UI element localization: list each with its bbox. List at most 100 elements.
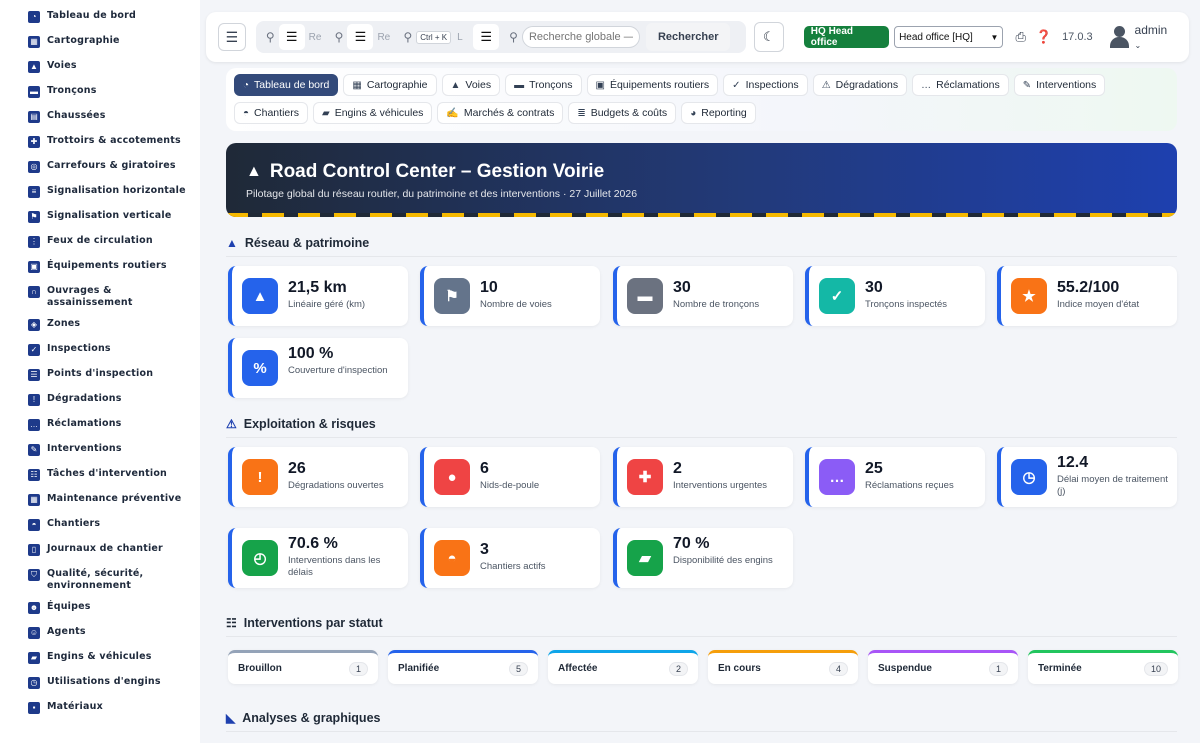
nav-pill-road[interactable]: ▲ Voies (441, 74, 501, 96)
menu-toggle-button[interactable]: ☰ (218, 23, 246, 51)
sidebar-item-label: Chantiers (47, 518, 101, 529)
hazard-stripes (226, 213, 1177, 217)
nav-pill-map[interactable]: ▦ Cartographie (343, 74, 437, 96)
sidebar-item-hardhat[interactable]: ◓ Chantiers (0, 518, 200, 534)
sidebar-item-traffic-light[interactable]: ⋮ Feux de circulation (0, 235, 200, 251)
kpi-label: Couverture d'inspection (288, 365, 388, 376)
calendar-icon: ▦ (28, 494, 40, 506)
sidebar-item-tasks[interactable]: ☷ Tâches d'intervention (0, 468, 200, 484)
status-count-badge: 5 (508, 661, 528, 676)
sidebar-item-label: Matériaux (47, 701, 103, 712)
sidebar-item-truck[interactable]: ▰ Engins & véhicules (0, 651, 200, 667)
sidebar-item-gauge[interactable]: ◔ Tableau de bord (0, 10, 200, 26)
nav-pill-coins[interactable]: ≣ Budgets & coûts (568, 102, 677, 124)
sidebar-item-label: Feux de circulation (47, 235, 153, 246)
sidebar-item-clipboard[interactable]: ✓ Inspections (0, 343, 200, 359)
user-menu[interactable]: admin ⌄ (1135, 23, 1177, 51)
warning-icon: ! (242, 459, 278, 495)
sidebar-item-wrench[interactable]: ✎ Interventions (0, 443, 200, 459)
warning-icon: ⚠ (821, 79, 831, 91)
sidebar-item-ruler[interactable]: ▬ Tronçons (0, 85, 200, 101)
section-title-text: Interventions par statut (243, 616, 383, 630)
nav-pill-equipment[interactable]: ▣ Équipements routiers (586, 74, 719, 96)
sidebar-item-marking[interactable]: ≡ Signalisation horizontale (0, 185, 200, 201)
sidebar-item-team[interactable]: ☻ Équipes (0, 601, 200, 617)
nav-pill-warning[interactable]: ⚠ Dégradations (812, 74, 908, 96)
sidebar-item-label: Tâches d'intervention (47, 468, 168, 479)
sidebar-item-book[interactable]: ▯ Journaux de chantier (0, 543, 200, 559)
sidebar-item-walking[interactable]: ✚ Trottoirs & accotements (0, 135, 200, 151)
sidebar-item-shield[interactable]: ⛉ Qualité, sécurité, environnement (0, 568, 200, 592)
status-card[interactable]: Affectée 2 (548, 650, 698, 684)
chevron-down-icon: ▼ (990, 32, 999, 42)
menu-toggle-button-4[interactable]: ☰ (473, 24, 500, 50)
sidebar-item-list[interactable]: ☰ Points d'inspection (0, 368, 200, 384)
search-icon: ⚲ (334, 30, 344, 44)
sidebar-item-user[interactable]: ☺ Agents (0, 626, 200, 642)
top-bar: ☰ ⚲ ☰ Re ⚲ ☰ Re ⚲ Ctrl + K L ☰ ⚲ Recherc… (206, 12, 1189, 62)
kpi-label: Linéaire géré (km) (288, 299, 366, 310)
nav-pill-hardhat[interactable]: ◓ Chantiers (234, 102, 308, 124)
kpi-value: 30 (673, 279, 691, 296)
list-icon: ☰ (28, 369, 40, 381)
nav-pill-label: Inspections (745, 79, 799, 91)
status-card[interactable]: Brouillon 1 (228, 650, 378, 684)
nav-pill-truck[interactable]: ▰ Engins & véhicules (313, 102, 433, 124)
nav-pill-label: Tableau de bord (254, 79, 330, 91)
zones-icon: ◈ (28, 319, 40, 331)
hero-banner: ▲ Road Control Center – Gestion Voirie P… (226, 143, 1177, 217)
status-card[interactable]: En cours 4 (708, 650, 858, 684)
sidebar-item-zones[interactable]: ◈ Zones (0, 318, 200, 334)
menu-toggle-button-3[interactable]: ☰ (347, 24, 374, 50)
sidebar-item-road-layer[interactable]: ▤ Chaussées (0, 110, 200, 126)
sidebar-item-map[interactable]: ▦ Cartographie (0, 35, 200, 51)
kpi-card: ▬ 30 Nombre de tronçons (613, 266, 793, 326)
kpi-card: … 25 Réclamations reçues (805, 447, 985, 507)
sidebar-item-label: Équipements routiers (47, 260, 167, 271)
hamburger-icon: ☰ (480, 29, 492, 44)
nav-pill-pie[interactable]: ◕ Reporting (681, 102, 756, 124)
sidebar-item-sign[interactable]: ⚑ Signalisation verticale (0, 210, 200, 226)
sidebar-item-clock[interactable]: ◷ Utilisations d'engins (0, 676, 200, 692)
kpi-label: Nombre de tronçons (673, 299, 760, 310)
sidebar-item-label: Signalisation verticale (47, 210, 172, 221)
road-icon: ▲ (226, 236, 238, 250)
sidebar-item-box[interactable]: ▪ Matériaux (0, 701, 200, 717)
wrench-icon: ✎ (1022, 79, 1032, 91)
sidebar-item-warning[interactable]: ! Dégradations (0, 393, 200, 409)
dark-mode-toggle[interactable]: ☾ (753, 22, 784, 52)
nav-pill-contract[interactable]: ✍ Marchés & contrats (437, 102, 564, 124)
road-icon: ▲ (450, 79, 461, 91)
sidebar-item-bridge[interactable]: ∩ Ouvrages & assainissement (0, 285, 200, 309)
sidebar-item-comment[interactable]: … Réclamations (0, 418, 200, 434)
search-fragment: L (457, 31, 463, 43)
help-icon[interactable]: ❓ (1036, 29, 1052, 45)
status-card[interactable]: Suspendue 1 (868, 650, 1018, 684)
box-icon: ▪ (28, 702, 40, 714)
module-nav: ◔ Tableau de bord ▦ Cartographie ▲ Voies ▬ Tron… (226, 68, 1177, 131)
nav-pill-label: Équipements routiers (609, 79, 710, 91)
nav-pill-comment[interactable]: … Réclamations (912, 74, 1009, 96)
section-title-statut: ☷ Interventions par statut (226, 616, 383, 630)
print-icon[interactable]: ⎙ (1015, 29, 1025, 45)
sidebar: ◔ Tableau de bord ▦ Cartographie ▲ Voies ▬ Tron… (0, 0, 200, 743)
nav-pill-clipboard[interactable]: ✓ Inspections (723, 74, 808, 96)
sidebar-item-road[interactable]: ▲ Voies (0, 60, 200, 76)
sidebar-item-calendar[interactable]: ▦ Maintenance préventive (0, 493, 200, 509)
sidebar-item-roundabout[interactable]: ◎ Carrefours & giratoires (0, 160, 200, 176)
company-select[interactable]: Head office [HQ] ▼ (894, 26, 1004, 48)
nav-pill-wrench[interactable]: ✎ Interventions (1013, 74, 1106, 96)
status-card[interactable]: Planifiée 5 (388, 650, 538, 684)
sidebar-item-equipment[interactable]: ▣ Équipements routiers (0, 260, 200, 276)
company-badge: HQ Head office (803, 26, 890, 48)
avatar[interactable] (1109, 26, 1129, 48)
gauge-icon: ◔ (243, 79, 250, 91)
global-search-input[interactable] (521, 26, 640, 48)
menu-toggle-button-2[interactable]: ☰ (278, 24, 305, 50)
search-button[interactable]: Rechercher (645, 23, 731, 51)
page-title-text: Road Control Center – Gestion Voirie (269, 161, 605, 182)
sidebar-item-label: Équipes (47, 601, 91, 612)
nav-pill-ruler[interactable]: ▬ Tronçons (505, 74, 582, 96)
nav-pill-gauge[interactable]: ◔ Tableau de bord (234, 74, 339, 96)
status-card[interactable]: Terminée 10 (1028, 650, 1178, 684)
